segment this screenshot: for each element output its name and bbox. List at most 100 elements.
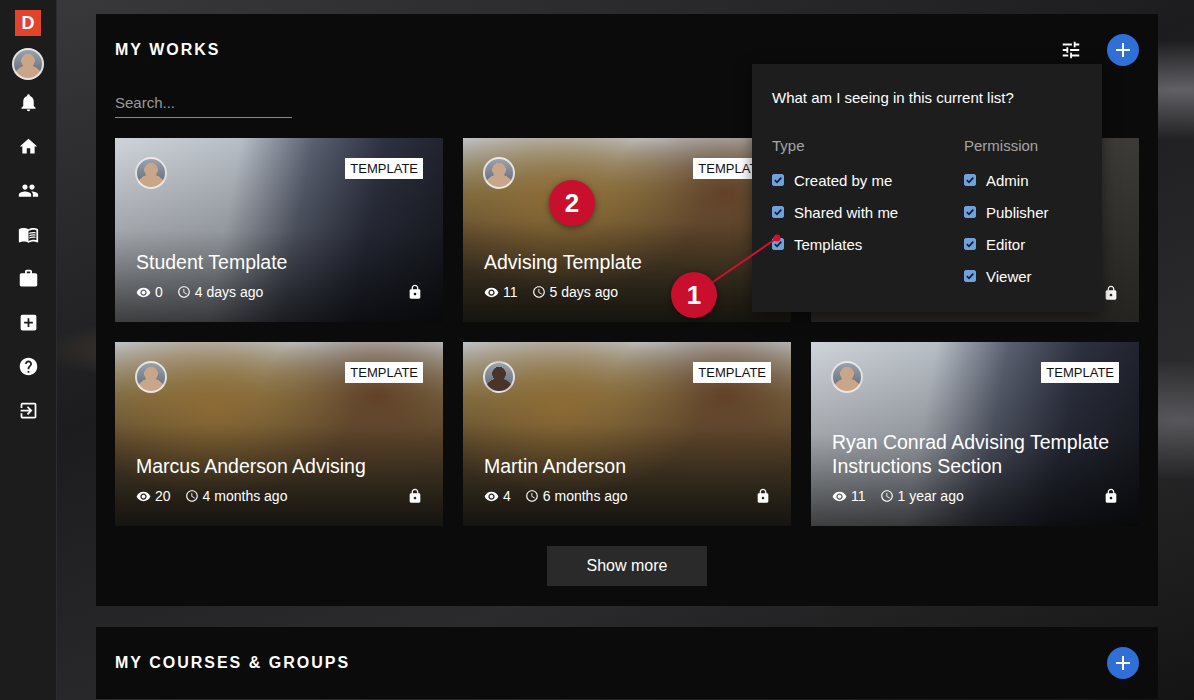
show-more-button[interactable]: Show more: [547, 546, 707, 586]
checkbox[interactable]: [964, 206, 976, 218]
check-icon: [773, 239, 783, 249]
clock-icon: [185, 489, 199, 503]
filter-option[interactable]: Created by me: [772, 164, 964, 196]
sidebar-item[interactable]: [6, 256, 50, 300]
lock-icon: [407, 488, 423, 504]
eye-icon: [484, 285, 499, 300]
filter-button[interactable]: [1055, 34, 1087, 66]
option-label: Templates: [794, 236, 862, 253]
sidebar-item[interactable]: [6, 124, 50, 168]
search-input[interactable]: [115, 88, 292, 118]
checkbox[interactable]: [772, 174, 784, 186]
checkbox[interactable]: [964, 238, 976, 250]
card-title: Student Template: [136, 250, 423, 274]
check-icon: [965, 175, 975, 185]
courses-panel: MY COURSES & GROUPS: [96, 627, 1158, 699]
logout-icon: [18, 400, 39, 421]
option-label: Publisher: [986, 204, 1049, 221]
add-button[interactable]: [1107, 34, 1139, 66]
sidebar-item[interactable]: [6, 168, 50, 212]
panel-header: MY COURSES & GROUPS: [115, 647, 1139, 679]
card-meta: 11 1 year ago: [832, 487, 1119, 505]
checkbox[interactable]: [964, 174, 976, 186]
lock-icon: [1103, 488, 1119, 504]
check-icon: [773, 207, 783, 217]
sliders-icon: [1060, 39, 1082, 61]
annotation-marker: 2: [549, 180, 595, 226]
card-title: Advising Template: [484, 250, 771, 274]
lock-icon: [407, 284, 423, 300]
clock-icon: [525, 489, 539, 503]
home-icon: [18, 136, 39, 157]
sidebar-item[interactable]: [6, 388, 50, 432]
card-time: 1 year ago: [898, 487, 964, 505]
option-label: Created by me: [794, 172, 892, 189]
option-label: Shared with me: [794, 204, 898, 221]
lock-icon: [1103, 285, 1119, 301]
sidebar-item[interactable]: [6, 300, 50, 344]
work-card[interactable]: TEMPLATERyan Conrad Advising Template In…: [811, 342, 1139, 526]
add-button[interactable]: [1107, 647, 1139, 679]
app-screen: DMY WORKSTEMPLATEStudent Template04 days…: [0, 0, 1194, 700]
book-icon: [18, 224, 39, 245]
plus-icon: [1111, 38, 1135, 62]
lock-icon: [407, 488, 423, 504]
sidebar-item[interactable]: [6, 344, 50, 388]
checkbox[interactable]: [964, 270, 976, 282]
check-icon: [965, 271, 975, 281]
group-label: Type: [772, 136, 964, 156]
clock-icon: [880, 489, 894, 503]
checkbox[interactable]: [772, 238, 784, 250]
option-label: Editor: [986, 236, 1025, 253]
my-works-panel: MY WORKSTEMPLATEStudent Template04 days …: [96, 14, 1158, 606]
option-label: Viewer: [986, 268, 1032, 285]
sidebar-item[interactable]: [6, 212, 50, 256]
filter-option[interactable]: Shared with me: [772, 196, 964, 228]
filter-option[interactable]: Admin: [964, 164, 1082, 196]
eye-icon: [136, 285, 151, 300]
view-count: 0: [155, 283, 163, 301]
eye-icon: [136, 489, 151, 504]
filter-option[interactable]: Templates: [772, 228, 964, 260]
notifications-icon: [18, 92, 39, 113]
check-icon: [965, 207, 975, 217]
view-count: 20: [155, 487, 171, 505]
lock-icon: [407, 284, 423, 300]
work-card[interactable]: TEMPLATEMarcus Anderson Advising204 mont…: [115, 342, 443, 526]
card-time: 4 months ago: [203, 487, 288, 505]
work-card[interactable]: TEMPLATEAdvising Template115 days ago: [463, 138, 791, 322]
plus-icon: [1111, 651, 1135, 675]
panel-title: MY COURSES & GROUPS: [115, 654, 1087, 672]
work-card[interactable]: TEMPLATEStudent Template04 days ago: [115, 138, 443, 322]
filter-option[interactable]: Editor: [964, 228, 1082, 260]
lock-icon: [755, 488, 771, 504]
lock-icon: [1103, 488, 1119, 504]
checkbox[interactable]: [772, 206, 784, 218]
lock-icon: [1103, 285, 1119, 301]
filter-group: Type Created by me Shared with me Templates: [772, 136, 964, 292]
filter-option[interactable]: Viewer: [964, 260, 1082, 292]
eye-icon: [832, 489, 847, 504]
sidebar-item[interactable]: [6, 80, 50, 124]
filter-option[interactable]: Publisher: [964, 196, 1082, 228]
work-card[interactable]: TEMPLATEMartin Anderson46 months ago: [463, 342, 791, 526]
panel-title: MY WORKS: [115, 41, 1035, 59]
brand-logo[interactable]: D: [15, 10, 41, 36]
owner-avatar: [483, 157, 515, 189]
owner-avatar: [135, 157, 167, 189]
card-meta: 04 days ago: [136, 283, 423, 301]
view-count: 11: [851, 487, 866, 505]
owner-avatar: [135, 361, 167, 393]
owner-avatar: [831, 361, 863, 393]
check-icon: [965, 239, 975, 249]
main-content: MY WORKSTEMPLATEStudent Template04 days …: [57, 0, 1194, 700]
card-title: Ryan Conrad Advising Template Instructio…: [832, 430, 1119, 478]
panel-header: MY WORKS: [115, 34, 1139, 66]
clock-icon: [532, 285, 546, 299]
view-count: 4: [503, 487, 511, 505]
clock-icon: [177, 285, 191, 299]
user-avatar[interactable]: [12, 48, 44, 80]
group-label: Permission: [964, 136, 1082, 156]
filter-popover: What am I seeing in this current list?Ty…: [752, 64, 1102, 312]
briefcase-icon: [18, 268, 39, 289]
